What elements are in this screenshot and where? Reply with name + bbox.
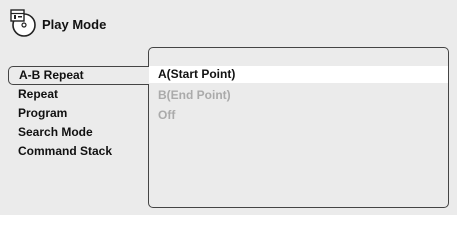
option-end-point: B(End Point) bbox=[158, 88, 231, 102]
menu-item-ab-repeat[interactable]: A-B Repeat bbox=[8, 66, 149, 85]
disc-settings-icon bbox=[10, 9, 36, 37]
play-mode-screen: Play Mode A-B Repeat Repeat Program Sear… bbox=[0, 0, 457, 215]
option-start-point[interactable]: A(Start Point) bbox=[149, 66, 448, 83]
options-panel: A(Start Point) B(End Point) Off bbox=[148, 47, 449, 208]
header: Play Mode bbox=[8, 8, 106, 38]
play-mode-menu: A-B Repeat Repeat Program Search Mode Co… bbox=[8, 66, 149, 161]
option-off: Off bbox=[158, 108, 176, 122]
menu-item-program[interactable]: Program bbox=[8, 104, 149, 123]
menu-item-repeat[interactable]: Repeat bbox=[8, 85, 149, 104]
page-title: Play Mode bbox=[42, 16, 107, 32]
menu-item-command-stack[interactable]: Command Stack bbox=[8, 142, 149, 161]
menu-item-search-mode[interactable]: Search Mode bbox=[8, 123, 149, 142]
